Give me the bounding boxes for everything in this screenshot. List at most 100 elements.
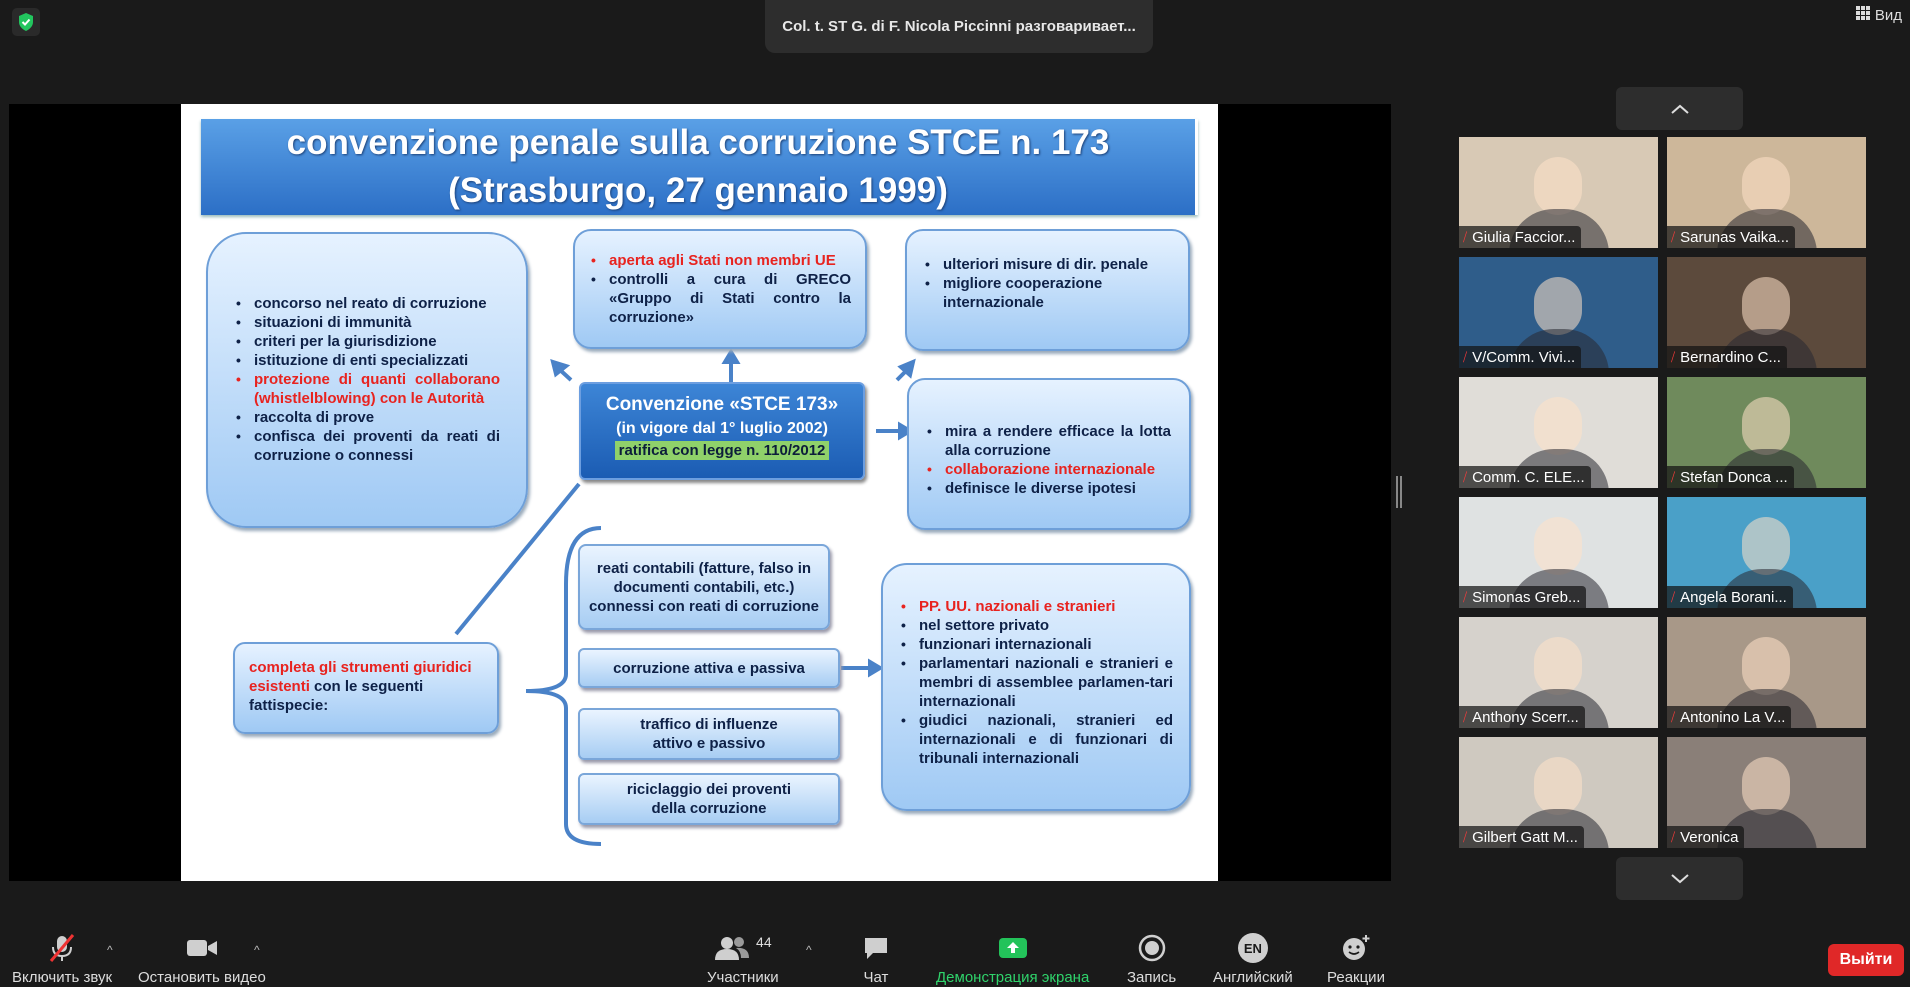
audio-options-caret[interactable]: ^ [107,943,113,957]
participant-name: V/Comm. Vivi... [1472,348,1576,366]
riciclaggio-box: riciclaggio dei proventi della corruzion… [578,773,840,825]
gallery-up-button[interactable] [1616,87,1743,130]
leave-button[interactable]: Выйти [1828,944,1904,976]
list-item: PP. UU. nazionali e stranieri [899,597,1173,616]
avatar [1742,637,1790,695]
participant-name-label: ⧸ Bernardino C... [1667,346,1787,368]
mic-muted-icon: ⧸ [1463,349,1468,364]
participant-tile[interactable]: ⧸ Bernardino C... [1667,257,1866,368]
shared-screen: convenzione penale sulla corruzione STCE… [9,104,1391,881]
completa-box: completa gli strumenti giuridici esisten… [233,642,499,734]
corruzione-box: corruzione attiva e passiva [578,648,840,688]
corruzione-text: corruzione attiva e passiva [613,659,805,677]
smiley-icon [1341,927,1371,969]
participant-tile[interactable]: ⧸ V/Comm. Vivi... [1459,257,1658,368]
language-button[interactable]: EN Английский [1213,927,1293,986]
list-item: migliore cooperazione internazionale [923,274,1172,312]
list-item: protezione di quanti collaborano (whistl… [234,370,500,408]
participant-tile[interactable]: ⧸ Comm. C. ELE... [1459,377,1658,488]
participant-tile[interactable]: ⧸ Stefan Donca ... [1667,377,1866,488]
traffico-text: traffico di influenze attivo e passivo [640,716,778,752]
center-subtitle: (in vigore dal 1° luglio 2002) [616,420,828,437]
right-top-box: ulteriori misure di dir. penale migliore… [905,229,1190,351]
list-item: nel settore privato [899,616,1173,635]
mic-muted-icon: ⧸ [1463,229,1468,244]
top-box: aperta agli Stati non membri UE controll… [573,229,867,349]
participants-label: Участники [707,969,779,986]
participants-count: 44 [756,934,772,950]
participant-name-label: ⧸ V/Comm. Vivi... [1459,346,1582,368]
list-item: mira a rendere efficace la lotta alla co… [925,422,1171,460]
list-item: funzionari internazionali [899,635,1173,654]
avatar [1742,517,1790,575]
participant-name: Gilbert Gatt M... [1472,828,1578,846]
participant-tile[interactable]: ⧸ Veronica [1667,737,1866,848]
mic-muted-icon: ⧸ [1463,469,1468,484]
zoom-window: Col. t. ST G. di F. Nicola Piccinni разг… [0,0,1910,987]
participant-tile[interactable]: ⧸ Antonino La V... [1667,617,1866,728]
list-item: parlamentari nazionali e stranieri e mem… [899,654,1173,711]
participant-name-label: ⧸ Simonas Greb... [1459,586,1587,608]
participant-name: Antonino La V... [1680,708,1786,726]
pp-box: PP. UU. nazionali e stranieri nel settor… [881,563,1191,811]
participant-name: Sarunas Vaika... [1680,228,1790,246]
participants-options-caret[interactable]: ^ [806,943,812,957]
participant-name-label: ⧸ Sarunas Vaika... [1667,226,1796,248]
traffico-box: traffico di influenze attivo e passivo [578,708,840,760]
participant-tile[interactable]: ⧸ Gilbert Gatt M... [1459,737,1658,848]
avatar [1742,397,1790,455]
participant-name-label: ⧸ Giulia Faccior... [1459,226,1582,248]
chat-button[interactable]: Чат [862,927,890,986]
record-button[interactable]: Запись [1127,927,1176,986]
share-screen-button[interactable]: Демонстрация экрана [936,927,1089,986]
participant-tile[interactable]: ⧸ Sarunas Vaika... [1667,137,1866,248]
avatar [1534,637,1582,695]
mic-muted-icon: ⧸ [1671,349,1676,364]
list-item: istituzione di enti specializzati [234,351,500,370]
chat-label: Чат [863,969,889,986]
list-item: controlli a cura di GRECO «Gruppo di Sta… [589,270,851,327]
participant-tile[interactable]: ⧸ Anthony Scerr... [1459,617,1658,728]
participant-tile[interactable]: ⧸ Simonas Greb... [1459,497,1658,608]
record-label: Запись [1127,969,1177,986]
participant-name-label: ⧸ Anthony Scerr... [1459,706,1585,728]
mic-muted-icon: ⧸ [1463,709,1468,724]
participants-button[interactable]: 44 Участники [707,927,779,986]
participants-icon: 44 [714,927,772,969]
unmute-label: Включить звук [12,969,113,986]
participant-tile[interactable]: ⧸ Giulia Faccior... [1459,137,1658,248]
view-button[interactable]: Вид [1855,6,1902,24]
active-speaker-banner: Col. t. ST G. di F. Nicola Piccinni разг… [765,0,1153,53]
reactions-button[interactable]: Реакции [1327,927,1385,986]
avatar [1534,397,1582,455]
mic-muted-icon [45,927,79,969]
record-icon [1138,927,1166,969]
unmute-button[interactable]: Включить звук [12,927,112,986]
reati-text: reati contabili (fatture, falso in docum… [588,559,820,615]
avatar [1534,277,1582,335]
participant-name-label: ⧸ Comm. C. ELE... [1459,466,1591,488]
mic-muted-icon: ⧸ [1671,829,1676,844]
list-item: collaborazione internazionale [925,460,1171,479]
participant-name: Bernardino C... [1680,348,1781,366]
leave-label: Выйти [1839,951,1893,968]
view-label: Вид [1874,6,1902,24]
stop-video-button[interactable]: Остановить видео [138,927,266,986]
gallery-down-button[interactable] [1616,857,1743,900]
riciclaggio-text: riciclaggio dei proventi della corruzion… [626,781,792,817]
avatar [1742,757,1790,815]
security-shield-icon[interactable] [12,8,40,36]
participant-name-label: ⧸ Antonino La V... [1667,706,1792,728]
presentation-slide: convenzione penale sulla corruzione STCE… [181,104,1218,881]
participant-tile[interactable]: ⧸ Angela Borani... [1667,497,1866,608]
mic-muted-icon: ⧸ [1671,469,1676,484]
list-item: concorso nel reato di corruzione [234,294,500,313]
camera-icon [185,927,219,969]
grid-icon [1855,6,1870,24]
participant-name: Stefan Donca ... [1680,468,1788,486]
share-screen-icon [998,927,1028,969]
chevron-up-icon [1670,104,1689,114]
video-options-caret[interactable]: ^ [254,943,260,957]
panel-resize-handle[interactable] [1396,476,1402,508]
avatar [1534,757,1582,815]
